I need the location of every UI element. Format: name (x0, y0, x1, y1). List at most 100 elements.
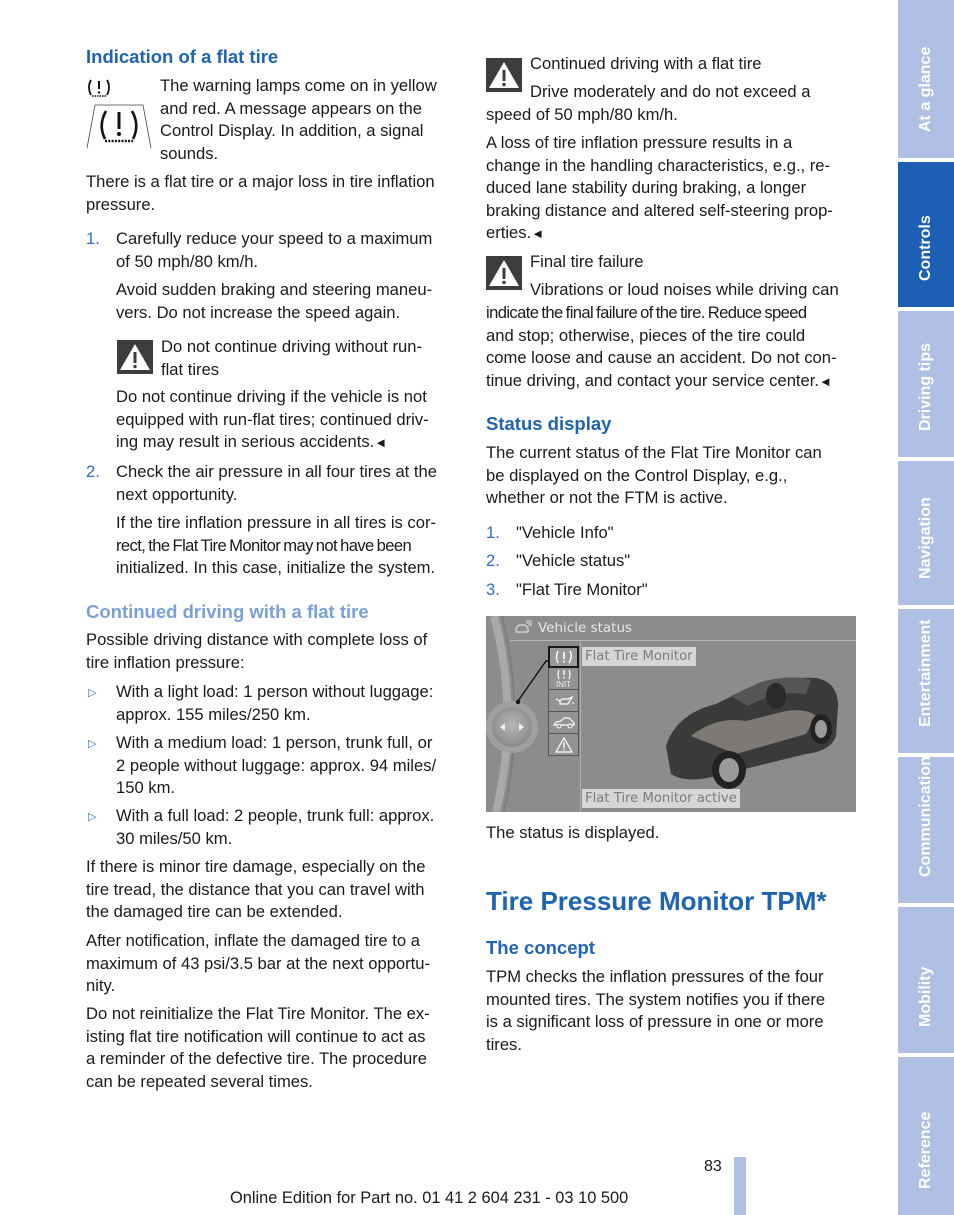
end-mark: ◄ (818, 373, 832, 389)
text-line: next opportunity. (116, 484, 238, 504)
text-line: With a full load: 2 people, trunk full: … (116, 806, 435, 825)
tab-navigation[interactable]: Navigation (898, 461, 954, 605)
flat-tire-explanation: There is a flat tire or a major loss in … (86, 171, 458, 216)
text-line: sounds. (160, 143, 219, 163)
tab-label: Communication (917, 756, 934, 877)
text-line: Do not continue driving if the vehicle i… (116, 387, 427, 406)
text-line: If the tire inflation pressure in all ti… (116, 513, 437, 532)
text-line: a reminder of the defective tire. The pr… (86, 1049, 427, 1069)
bullet-text: With a full load: 2 people, trunk full: … (116, 805, 458, 850)
bullet-triangle-icon: ▷ (88, 687, 97, 699)
figure-caption: The status is displayed. (486, 823, 660, 842)
step-text: Carefully reduce your speed to a maximum… (116, 228, 458, 273)
tab-driving-tips[interactable]: Driving tips (898, 311, 954, 457)
text-line: Do not reinitialize the Flat Tire Monito… (86, 1004, 430, 1023)
screen-selected-item-label[interactable]: Flat Tire Monitor (582, 647, 696, 666)
car-icon[interactable] (548, 712, 579, 734)
bullet-triangle-icon: ▷ (88, 811, 97, 823)
text-line: 150 km. (116, 778, 176, 798)
tab-mobility[interactable]: Mobility (898, 907, 954, 1053)
warning-continued-title: Continued driving with a flat tire (530, 54, 762, 73)
tab-entertainment[interactable]: Entertainment (898, 609, 954, 753)
text-line: tinue driving, and contact your service … (486, 370, 819, 390)
text-line: of 50 mph/80 km/h. (116, 251, 259, 271)
warning-final-body: Vibrations or loud noises while driving … (530, 280, 839, 299)
page-marker-bar (734, 1157, 746, 1215)
heading-the-concept: The concept (486, 937, 595, 958)
tab-reference[interactable]: Reference (898, 1057, 954, 1215)
step-text: Check the air pressure in all four tires… (116, 461, 458, 506)
tab-label: Driving tips (917, 342, 934, 431)
tab-label: Navigation (917, 497, 934, 579)
text-line: Control Display. In addition, a signal (160, 121, 424, 141)
text-line: If there is minor tire damage, especiall… (86, 857, 426, 876)
screen-divider (580, 642, 581, 812)
warning-final-body-rest: indicate the final failure of the tire. … (486, 302, 858, 393)
step-text: "Flat Tire Monitor" (516, 580, 648, 599)
text-line: change in the handling characteristics, … (486, 155, 831, 175)
text-line: duced lane stability during braking, a l… (486, 178, 807, 198)
text-line: indicate the final failure of the tire. … (486, 303, 807, 322)
warning-icon[interactable] (548, 734, 579, 756)
text-line: Possible driving distance with complete … (86, 630, 428, 649)
vehicle-info-icon (515, 620, 532, 633)
text-line: Avoid sudden braking and steering maneu- (116, 280, 433, 299)
heading-continued-driving: Continued driving with a flat tire (86, 601, 369, 622)
oil-level-icon[interactable] (548, 690, 579, 712)
init-label: INIT (555, 679, 572, 689)
text-line: whether or not the FTM is active. (486, 488, 728, 508)
text-line: rect, the Flat Tire Monitor may not have… (116, 535, 412, 555)
flat-tire-warning-display-icon (86, 104, 152, 149)
loss-pressure-paragraph: A loss of tire inflation pressure result… (486, 132, 858, 246)
text-line: initialized. In this case, initialize th… (116, 558, 436, 578)
warning-icon (486, 58, 522, 92)
tab-label: Reference (917, 1111, 934, 1189)
bullet-text: With a medium load: 1 person, trunk full… (116, 732, 458, 800)
text-line: The current status of the Flat Tire Moni… (486, 443, 822, 462)
text-line: approx. 155 miles/250 km. (116, 704, 311, 724)
step-number: 1. (86, 229, 100, 248)
step-number: 2. (86, 462, 100, 481)
car-illustration (666, 677, 838, 789)
step-number: 2. (486, 551, 500, 570)
flat-tire-lamp-icon (88, 79, 110, 97)
step-text: "Vehicle status" (516, 551, 631, 570)
text-line: There is a flat tire or a major loss in … (86, 172, 435, 191)
heading-tire-pressure-monitor: Tire Pressure Monitor TPM* (486, 886, 827, 916)
text-line: be displayed on the Control Display, e.g… (486, 465, 788, 485)
tab-label: Controls (917, 215, 934, 281)
bullet-text: With a light load: 1 person without lugg… (116, 681, 458, 726)
screen-background-art (486, 616, 838, 812)
tab-communication[interactable]: Communication (898, 756, 954, 903)
text-line: A loss of tire inflation pressure result… (486, 133, 793, 152)
text-line: nity. (86, 976, 116, 996)
inflate-paragraph: After notification, inflate the damaged … (86, 930, 458, 998)
continued-intro: Possible driving distance with complete … (86, 629, 458, 674)
tab-label: Entertainment (917, 619, 934, 727)
text-line: can be repeated several times. (86, 1071, 313, 1091)
text-line: With a light load: 1 person without lugg… (116, 682, 434, 701)
text-line: ing may result in serious accidents. (116, 432, 375, 452)
text-line: pressure. (86, 194, 156, 214)
text-line: the damaged tire can be extended. (86, 902, 343, 922)
text-line: isting flat tire notification will conti… (86, 1026, 426, 1046)
control-display-screenshot: Vehicle status INIT Flat Tire Monitor Fl… (486, 616, 856, 812)
screen-status-label: Flat Tire Monitor active (582, 789, 740, 808)
warning-runflat-body: Do not continue driving if the vehicle i… (116, 386, 461, 455)
text-line: erties. (486, 223, 532, 243)
tab-at-a-glance[interactable]: At a glance (898, 0, 954, 158)
tab-controls[interactable]: Controls (898, 162, 954, 307)
lamp-description: The warning lamps come on in yellow and … (160, 75, 460, 165)
text-line: vers. Do not increase the speed again. (116, 302, 401, 322)
warning-continued-body-rest: speed of 50 mph/80 km/h. (486, 105, 678, 124)
text-line: equipped with run-flat tires; continued … (116, 409, 429, 429)
end-mark: ◄ (531, 226, 545, 242)
flat-tire-monitor-icon[interactable] (548, 646, 579, 668)
text-line: braking distance and altered self-steeri… (486, 200, 833, 220)
text-line: Do not continue driving without run- (161, 337, 423, 356)
heading-indication-flat-tire: Indication of a flat tire (86, 46, 279, 67)
step-subtext: If the tire inflation pressure in all ti… (116, 512, 458, 580)
flat-tire-init-icon[interactable]: INIT (548, 668, 579, 690)
screen-menu: INIT (548, 646, 579, 756)
minor-damage-paragraph: If there is minor tire damage, especiall… (86, 856, 458, 924)
